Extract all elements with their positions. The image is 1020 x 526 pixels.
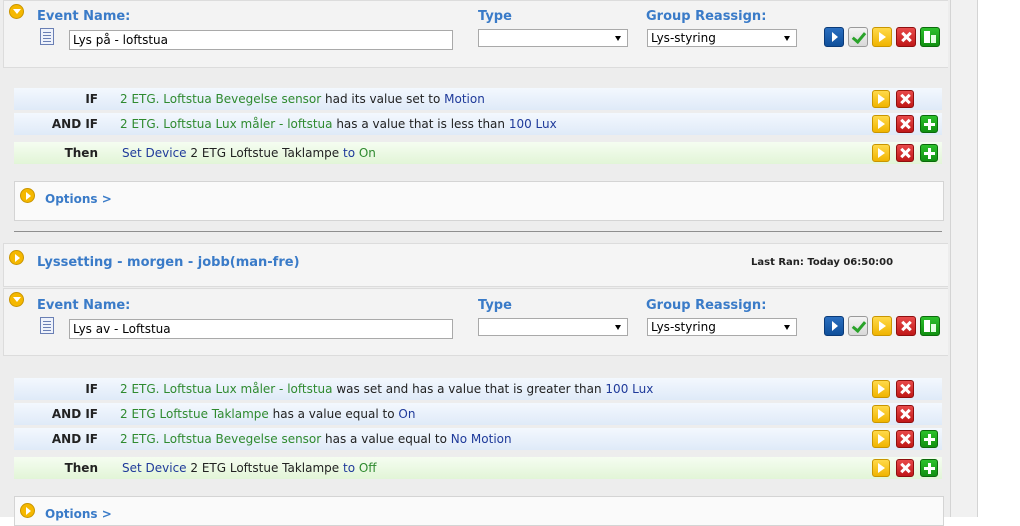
edit-action-button[interactable] bbox=[872, 144, 890, 162]
dropdown-arrow-icon bbox=[615, 325, 621, 330]
condition-text[interactable]: 2 ETG. Loftstua Bevegelse sensor had its… bbox=[120, 88, 485, 110]
condition-text[interactable]: 2 ETG Loftstue Taklampe has a value equa… bbox=[120, 403, 415, 425]
options-link[interactable]: Options > bbox=[45, 192, 112, 206]
delete-condition-button[interactable] bbox=[896, 405, 914, 423]
expand-group-icon[interactable] bbox=[9, 250, 24, 265]
edit-condition-button[interactable] bbox=[872, 90, 890, 108]
type-label: Type bbox=[478, 9, 512, 24]
delete-event-button[interactable] bbox=[896, 27, 916, 47]
dropdown-arrow-icon bbox=[784, 325, 790, 330]
event-name-label: Event Name: bbox=[37, 9, 131, 24]
group-reassign-label: Group Reassign: bbox=[646, 298, 767, 313]
action-row: Then Set Device 2 ETG Loftstue Taklampe … bbox=[14, 142, 942, 164]
delete-action-button[interactable] bbox=[896, 144, 914, 162]
type-label: Type bbox=[478, 298, 512, 313]
group-reassign-select[interactable]: Lys-styring bbox=[647, 318, 797, 336]
action-text[interactable]: Set Device 2 ETG Loftstue Taklampe to Of… bbox=[122, 457, 377, 479]
last-ran-text: Last Ran: Today 06:50:00 bbox=[751, 257, 894, 268]
condition-row: IF 2 ETG. Loftstua Lux måler - loftstua … bbox=[14, 378, 942, 400]
condition-keyword: AND IF bbox=[51, 117, 98, 131]
options-box: Options > bbox=[14, 181, 944, 221]
group-reassign-select[interactable]: Lys-styring bbox=[647, 29, 797, 47]
event-header-1: Event Name: Lys på - loftstua Type Group… bbox=[3, 0, 948, 68]
event-name-input[interactable]: Lys på - loftstua bbox=[69, 30, 453, 50]
group-reassign-value: Lys-styring bbox=[651, 31, 716, 45]
event-document-icon[interactable] bbox=[40, 28, 54, 45]
condition-keyword: AND IF bbox=[51, 432, 98, 446]
delete-event-button[interactable] bbox=[896, 316, 916, 336]
edit-condition-button[interactable] bbox=[872, 430, 890, 448]
delete-condition-button[interactable] bbox=[896, 115, 914, 133]
section-divider bbox=[14, 231, 942, 232]
condition-text[interactable]: 2 ETG. Loftstua Lux måler - loftstua has… bbox=[120, 113, 557, 135]
collapse-toggle-icon[interactable] bbox=[9, 4, 24, 19]
run-event-button[interactable] bbox=[872, 316, 892, 336]
condition-row: AND IF 2 ETG. Loftstua Lux måler - lofts… bbox=[14, 113, 942, 135]
export-event-button[interactable] bbox=[824, 316, 844, 336]
action-keyword: Then bbox=[64, 461, 98, 475]
event-document-icon[interactable] bbox=[40, 317, 54, 334]
event-name-input[interactable]: Lys av - Loftstua bbox=[69, 319, 453, 339]
enable-event-button[interactable] bbox=[848, 27, 868, 47]
event-group-title[interactable]: Lyssetting - morgen - jobb(man-fre) bbox=[37, 255, 300, 270]
condition-row: IF 2 ETG. Loftstua Bevegelse sensor had … bbox=[14, 88, 942, 110]
add-action-button[interactable] bbox=[920, 144, 938, 162]
copy-event-button[interactable] bbox=[920, 27, 940, 47]
action-keyword: Then bbox=[64, 146, 98, 160]
condition-text[interactable]: 2 ETG. Loftstua Lux måler - loftstua was… bbox=[120, 378, 653, 400]
edit-condition-button[interactable] bbox=[872, 380, 890, 398]
condition-text[interactable]: 2 ETG. Loftstua Bevegelse sensor has a v… bbox=[120, 428, 512, 450]
options-box: Options > bbox=[14, 496, 944, 526]
add-condition-button[interactable] bbox=[920, 430, 938, 448]
export-event-button[interactable] bbox=[824, 27, 844, 47]
type-select[interactable] bbox=[478, 318, 628, 336]
edit-condition-button[interactable] bbox=[872, 405, 890, 423]
enable-event-button[interactable] bbox=[848, 316, 868, 336]
action-row: Then Set Device 2 ETG Loftstue Taklampe … bbox=[14, 457, 942, 479]
copy-event-button[interactable] bbox=[920, 316, 940, 336]
event-header-2: Event Name: Lys av - Loftstua Type Group… bbox=[3, 288, 948, 356]
add-condition-button[interactable] bbox=[920, 115, 938, 133]
edit-action-button[interactable] bbox=[872, 459, 890, 477]
collapse-toggle-icon[interactable] bbox=[9, 292, 24, 307]
delete-condition-button[interactable] bbox=[896, 430, 914, 448]
condition-keyword: AND IF bbox=[51, 407, 98, 421]
dropdown-arrow-icon bbox=[615, 36, 621, 41]
event-name-label: Event Name: bbox=[37, 298, 131, 313]
expand-options-icon[interactable] bbox=[20, 188, 35, 203]
group-reassign-value: Lys-styring bbox=[651, 320, 716, 334]
delete-action-button[interactable] bbox=[896, 459, 914, 477]
run-event-button[interactable] bbox=[872, 27, 892, 47]
options-link[interactable]: Options > bbox=[45, 507, 112, 521]
dropdown-arrow-icon bbox=[784, 36, 790, 41]
add-action-button[interactable] bbox=[920, 459, 938, 477]
condition-keyword: IF bbox=[85, 92, 98, 106]
action-text[interactable]: Set Device 2 ETG Loftstue Taklampe to On bbox=[122, 142, 376, 164]
delete-condition-button[interactable] bbox=[896, 380, 914, 398]
delete-condition-button[interactable] bbox=[896, 90, 914, 108]
event-group-header: Lyssetting - morgen - jobb(man-fre) Last… bbox=[3, 243, 948, 287]
type-select[interactable] bbox=[478, 29, 628, 47]
edit-condition-button[interactable] bbox=[872, 115, 890, 133]
right-scroll-track[interactable] bbox=[950, 0, 978, 517]
expand-options-icon[interactable] bbox=[20, 503, 35, 518]
condition-keyword: IF bbox=[85, 382, 98, 396]
condition-row: AND IF 2 ETG. Loftstua Bevegelse sensor … bbox=[14, 428, 942, 450]
group-reassign-label: Group Reassign: bbox=[646, 9, 767, 24]
condition-row: AND IF 2 ETG Loftstue Taklampe has a val… bbox=[14, 403, 942, 425]
